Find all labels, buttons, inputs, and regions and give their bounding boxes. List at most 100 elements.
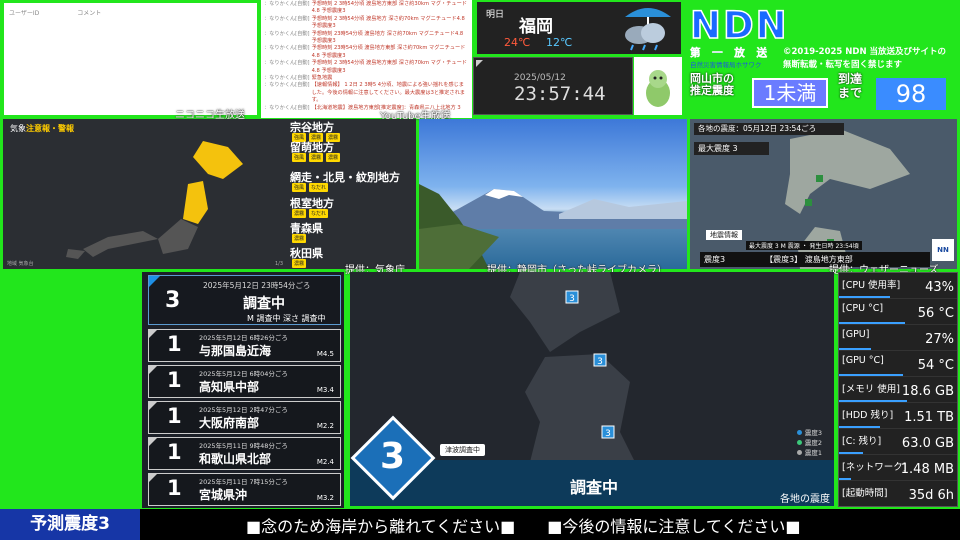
intensity-legend: 震度3 震度2 震度1	[796, 428, 822, 458]
live-camera	[419, 119, 687, 269]
system-bar	[839, 374, 903, 376]
quake-magnitude: M2.2	[316, 422, 334, 430]
quake-place: 和歌山県北部	[199, 452, 272, 466]
quake-place: 大阪府南部	[199, 416, 260, 430]
chat-author: ：なりかくん[自動]	[264, 1, 310, 7]
warning-footer: 地域 気象台	[7, 261, 34, 267]
chat-message: ：なりかくん[自動] 予想時刻 2 3時54分頃 渡島地方東部 深さ約30km マ…	[264, 1, 469, 16]
warning-title-2: 注意報・警報	[26, 124, 74, 133]
intensity-marker: 3	[593, 353, 607, 367]
row-corner	[149, 402, 157, 410]
tsunami-badge: 津波調査中	[440, 444, 485, 456]
youtube-chat-panel[interactable]: ：なりかくん[自動] 予想時刻 2 3時54分頃 渡島地方東部 深さ約30km マ…	[261, 0, 472, 118]
arrival-seconds: 98	[876, 78, 946, 110]
estimate-label: 岡山市の 推定震度	[690, 73, 734, 97]
copyright-notice: ©2019-2025 NDN 当放送及びサイトの 無断転載・転写を固く禁じます	[783, 46, 946, 72]
legend-item: 震度1	[796, 448, 822, 458]
chat-author: ：なりかくん[自動]	[264, 15, 310, 22]
system-bar	[839, 322, 906, 324]
arrival-label-2: まで	[838, 86, 863, 100]
system-value: 56 °C	[917, 306, 954, 321]
chat-author: ：なりかくん[自動]	[264, 30, 310, 37]
intensity-marker: 3	[565, 290, 579, 304]
legend-dot	[796, 450, 802, 455]
weather-widget: 明日 福岡 24℃ 12℃	[477, 2, 681, 54]
system-bar	[839, 400, 908, 402]
weather-warning-panel: 気象注意報・警報 宗谷地方 強風 濃霧 濃霧 留萌地方 強風 濃霧 濃霧 網走・北見・紋別地方強…	[3, 119, 416, 269]
latest-quake-place: 調査中	[243, 296, 285, 312]
mascot-icon	[646, 70, 670, 107]
system-key: [ネットワーク]	[842, 462, 907, 473]
system-value: 63.0 GB	[901, 436, 954, 451]
quake-date: 2025年5月11日 9時48分ごろ	[199, 442, 288, 450]
quake-row[interactable]: 2025年5月12日 2時47分ごろ 1 大阪府南部 M2.2	[148, 401, 341, 434]
quake-place: 宮城県沖	[199, 488, 248, 502]
chat-text: 予想時刻 23時54分頃 渡島地方 深さ約70km マグニチュード4.8 予想震…	[311, 30, 464, 45]
system-key: [HDD 残り]	[842, 410, 894, 421]
card-corner	[149, 276, 160, 287]
warning-tag: 濃霧	[292, 259, 307, 268]
system-row: [CPU °C] 56 °C	[839, 299, 957, 325]
system-key: [C: 残り]	[842, 436, 882, 447]
system-bar	[839, 478, 851, 480]
legend-item: 震度2	[796, 438, 822, 448]
arrival-label-1: 到達	[838, 72, 863, 86]
chat-message: ：なりかくん[自動] 予想時刻 23時54分頃 渡島地方 深さ約70km マグニチ…	[264, 31, 469, 46]
warning-tag: 濃霧	[326, 153, 341, 162]
warning-tags: 濃霧	[292, 259, 307, 268]
quake-row[interactable]: 2025年5月11日 7時15分ごろ 1 宮城県沖 M3.2	[148, 473, 341, 506]
intensity-marker-label: 3	[605, 429, 611, 439]
warning-tags: 濃霧 なだれ	[292, 209, 329, 218]
system-row: [GPU] 27%	[839, 325, 957, 351]
chat-author: ：なりかくん[自動]	[264, 82, 310, 89]
warning-tag: 濃霧	[292, 234, 307, 243]
user-id-header: ユーザーID	[9, 10, 40, 17]
ndn-subtitle-2: 自然災害情報局ホサワク	[690, 61, 762, 69]
quake-row[interactable]: 2025年5月12日 6時04分ごろ 1 高知県中部 M3.4	[148, 365, 341, 398]
comment-header-label: コメント	[77, 10, 102, 17]
warning-title-1: 気象	[10, 124, 26, 133]
quake-row[interactable]: 2025年5月12日 6時26分ごろ 1 与那国島近海 M4.5	[148, 329, 341, 362]
intensity-map-max: 最大震度 3	[694, 142, 769, 155]
legend-label: 震度1	[804, 449, 822, 457]
ticker-label: 予測震度3	[0, 509, 140, 540]
chat-author: ：なりかくん[自動]	[264, 104, 310, 111]
system-row: [C: 残り] 63.0 GB	[839, 429, 957, 455]
system-value: 1.51 TB	[904, 410, 954, 425]
system-monitor: [CPU 使用率] 43% [CPU °C] 56 °C [GPU] 27% [GPU °C…	[838, 272, 958, 507]
system-row: [CPU 使用率] 43%	[839, 273, 957, 299]
quake-date: 2025年5月12日 6時04分ごろ	[199, 370, 288, 378]
warning-tag: 濃霧	[309, 153, 324, 162]
ticker-text: ■念のため海岸から離れてください■ ■今後の情報に注意してください■	[246, 517, 801, 536]
weather-high: 24℃	[504, 36, 531, 49]
estimated-intensity: 1未満	[752, 78, 828, 108]
quake-magnitude: M3.4	[316, 386, 334, 394]
weathernews-logo: NN	[932, 239, 954, 261]
system-key: [GPU °C]	[842, 355, 884, 366]
warning-tags: 強風 なだれ	[292, 183, 329, 192]
chat-message: ：なりかくん[自動] 予想時刻 23時54分頃 渡島地方東部 深さ約70km マグ…	[264, 45, 469, 60]
system-value: 27%	[925, 332, 954, 347]
intensity-marker: 3	[601, 425, 615, 439]
intensity-map-title: 各地の震度：05月12日 23:54ごろ	[694, 123, 844, 135]
warning-tag: 強風	[292, 153, 307, 162]
chat-author: ：なりかくん[自動]	[264, 60, 310, 67]
legend-label: 震度2	[804, 439, 822, 447]
quake-date: 2025年5月12日 2時47分ごろ	[199, 406, 288, 414]
warning-page: 1/3	[275, 261, 284, 267]
row-corner	[149, 474, 157, 482]
system-value: 54 °C	[917, 358, 954, 373]
quake-magnitude: M4.5	[316, 350, 334, 358]
legend-label: 震度3	[804, 429, 822, 437]
intensity-map-panel: 各地の震度：05月12日 23:54ごろ 最大震度 3 地震情報 最大震度 3 …	[690, 119, 957, 269]
copyright-line-2: 無断転載・転写を固く禁じます	[783, 60, 903, 70]
row-corner	[149, 366, 157, 374]
info-badge: 震度3	[704, 255, 726, 264]
quake-row[interactable]: 2025年5月11日 9時48分ごろ 1 和歌山県北部 M2.4	[148, 437, 341, 470]
weather-date: 明日	[486, 10, 505, 20]
latest-quake-card[interactable]: 2025年5月12日 23時54分ごろ 3 調査中 M 調査中 深さ 調査中	[148, 275, 341, 325]
system-row: [HDD 残り] 1.51 TB	[839, 403, 957, 429]
quake-magnitude: M2.4	[316, 458, 334, 466]
warning-tag: なだれ	[309, 183, 329, 192]
ndn-logo: NDN	[689, 3, 789, 48]
